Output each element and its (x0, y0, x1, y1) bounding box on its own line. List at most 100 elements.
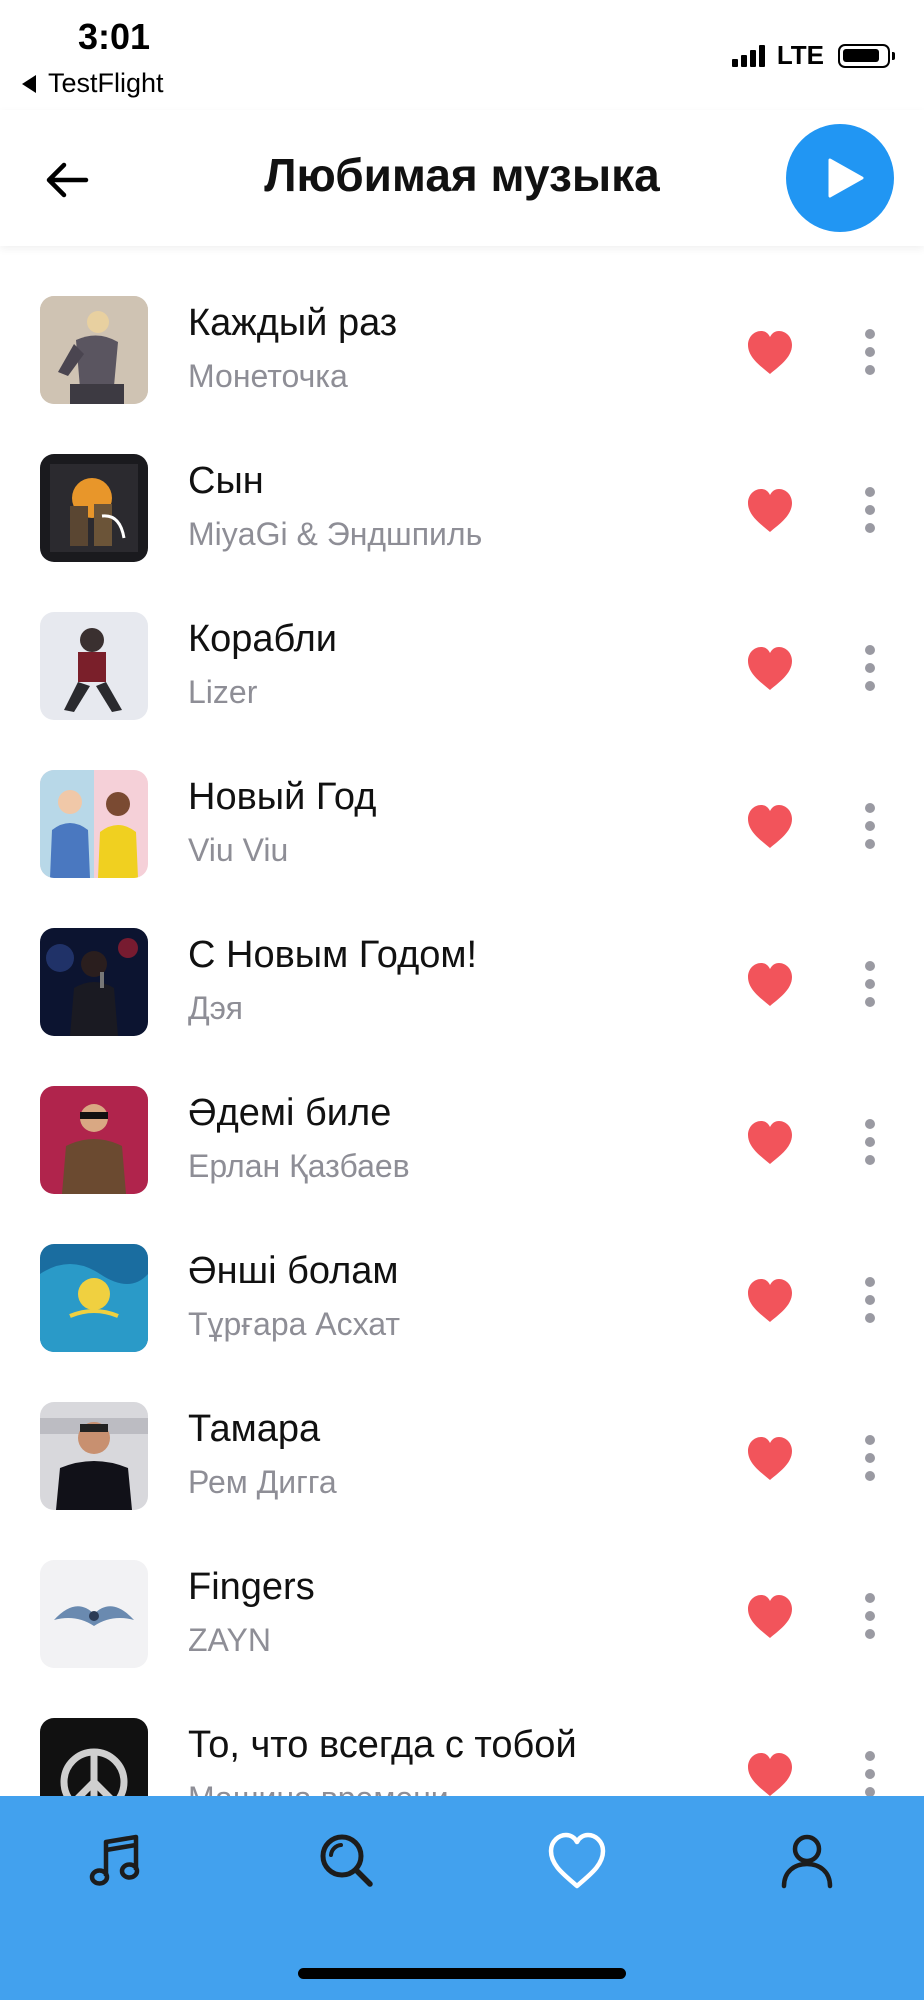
heart-filled-icon (748, 963, 792, 1006)
like-button[interactable] (744, 960, 796, 1008)
album-cover (40, 296, 148, 404)
more-vertical-icon (865, 1593, 875, 1639)
track-artist: MiyaGi & Эндшпиль (188, 516, 483, 552)
track-row[interactable]: Новый Год Viu Viu (0, 720, 924, 878)
track-title: Новый Год (188, 776, 377, 818)
header-bar: Любимая музыка (0, 110, 924, 246)
album-cover (40, 770, 148, 878)
like-button[interactable] (744, 328, 796, 376)
heart-filled-icon (748, 805, 792, 848)
app-screen: 3:01 TestFlight LTE Любимая музыка Кажды… (0, 0, 924, 2000)
track-row[interactable]: С Новым Годом! Дэя (0, 878, 924, 1036)
like-button[interactable] (744, 1434, 796, 1482)
track-title: То, что всегда с тобой (188, 1724, 577, 1766)
track-title: Корабли (188, 618, 337, 660)
track-artist: Монеточка (188, 358, 348, 394)
signal-icon (731, 44, 765, 67)
album-cover (40, 928, 148, 1036)
album-cover (40, 1244, 148, 1352)
heart-icon (548, 1832, 606, 1889)
track-artist: Рем Дигга (188, 1464, 337, 1500)
heart-filled-icon (748, 1595, 792, 1638)
track-row[interactable]: Fingers ZAYN (0, 1510, 924, 1668)
more-options-button[interactable] (852, 1746, 888, 1796)
track-artist: Viu Viu (188, 832, 289, 868)
track-row[interactable]: Корабли Lizer (0, 562, 924, 720)
track-artist: Ерлан Қазбаев (188, 1148, 410, 1184)
heart-filled-icon (748, 1279, 792, 1322)
carrier-label: LTE (776, 40, 824, 70)
back-to-app-link[interactable]: TestFlight (22, 68, 164, 99)
heart-filled-icon (748, 1121, 792, 1164)
heart-filled-icon (748, 647, 792, 690)
profile-icon (781, 1834, 833, 1889)
track-title: Әдемі биле (188, 1092, 392, 1134)
more-options-button[interactable] (852, 956, 888, 1012)
like-button[interactable] (744, 1750, 796, 1796)
more-options-button[interactable] (852, 1272, 888, 1328)
play-icon (828, 158, 864, 198)
more-vertical-icon (865, 645, 875, 691)
track-title: Fingers (188, 1566, 315, 1608)
track-title: Каждый раз (188, 302, 398, 344)
album-cover (40, 1718, 148, 1796)
like-button[interactable] (744, 802, 796, 850)
more-options-button[interactable] (852, 1430, 888, 1486)
track-title: Тамара (188, 1408, 321, 1450)
back-app-label: TestFlight (48, 68, 164, 98)
more-vertical-icon (865, 1751, 875, 1796)
heart-filled-icon (748, 1753, 792, 1796)
like-button[interactable] (744, 1118, 796, 1166)
nav-profile[interactable] (772, 1826, 842, 1896)
music-note-icon (89, 1834, 140, 1886)
nav-favorites[interactable] (542, 1826, 612, 1896)
back-triangle-icon (22, 74, 36, 93)
status-bar: 3:01 TestFlight LTE (0, 0, 924, 110)
status-indicators: LTE (731, 40, 895, 71)
nav-search[interactable] (312, 1826, 382, 1896)
more-vertical-icon (865, 329, 875, 375)
more-options-button[interactable] (852, 1588, 888, 1644)
album-cover (40, 612, 148, 720)
more-options-button[interactable] (852, 324, 888, 380)
more-options-button[interactable] (852, 798, 888, 854)
more-vertical-icon (865, 961, 875, 1007)
search-icon (320, 1834, 373, 1887)
track-row[interactable]: Әдемі биле Ерлан Қазбаев (0, 1036, 924, 1194)
album-cover (40, 1086, 148, 1194)
like-button[interactable] (744, 1592, 796, 1640)
track-row[interactable]: Тамара Рем Дигга (0, 1352, 924, 1510)
track-row[interactable]: Сын MiyaGi & Эндшпиль (0, 404, 924, 562)
heart-filled-icon (748, 331, 792, 374)
more-options-button[interactable] (852, 640, 888, 696)
track-row[interactable]: Әнші болам Тұрғара Асхат (0, 1194, 924, 1352)
track-row[interactable]: То, что всегда с тобой Машина времени (0, 1668, 924, 1796)
play-all-button[interactable] (786, 124, 894, 232)
track-artist: Lizer (188, 674, 258, 710)
more-options-button[interactable] (852, 1114, 888, 1170)
track-title: С Новым Годом! (188, 934, 478, 976)
nav-music[interactable] (82, 1826, 152, 1896)
battery-icon (838, 43, 895, 68)
track-artist: Тұрғара Асхат (188, 1306, 401, 1342)
more-vertical-icon (865, 487, 875, 533)
more-vertical-icon (865, 1119, 875, 1165)
status-time: 3:01 (78, 16, 151, 57)
track-artist: Дэя (188, 990, 243, 1026)
like-button[interactable] (744, 1276, 796, 1324)
heart-filled-icon (748, 489, 792, 532)
bottom-nav (0, 1796, 924, 2000)
heart-filled-icon (748, 1437, 792, 1480)
track-artist: Машина времени (188, 1780, 449, 1796)
like-button[interactable] (744, 644, 796, 692)
album-cover (40, 454, 148, 562)
track-artist: ZAYN (188, 1622, 271, 1658)
like-button[interactable] (744, 486, 796, 534)
album-cover (40, 1402, 148, 1510)
more-options-button[interactable] (852, 482, 888, 538)
album-cover (40, 1560, 148, 1668)
track-row[interactable]: Каждый раз Монеточка (0, 246, 924, 404)
home-indicator[interactable] (298, 1968, 626, 1979)
more-vertical-icon (865, 1277, 875, 1323)
track-list: Каждый раз Монеточка Сын MiyaGi & Эндшпиль К… (0, 246, 924, 1796)
